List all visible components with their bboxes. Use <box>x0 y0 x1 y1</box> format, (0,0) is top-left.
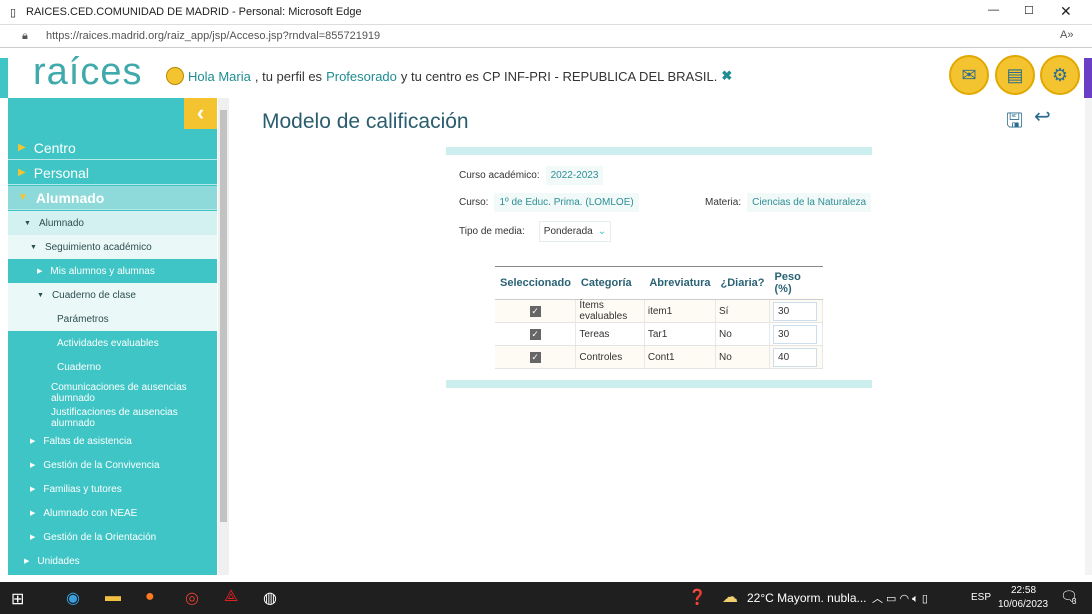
categoria-cell: Controles <box>575 345 645 369</box>
page-icon: ▯ <box>10 7 17 19</box>
tipo-media-value: Ponderada <box>543 226 593 237</box>
settings-button[interactable]: ⚙ <box>1040 55 1080 95</box>
diaria-cell: No <box>715 322 771 346</box>
profile-link[interactable]: Profesorado <box>326 69 397 84</box>
sidebar-item-neae[interactable]: ▶ Alumnado con NEAE <box>8 501 217 525</box>
table-row: ✓ Tereas Tar1 No 30 <box>495 322 823 346</box>
edge-icon[interactable]: ◉ <box>66 588 80 608</box>
materia-label: Materia: <box>705 197 742 208</box>
abreviatura-cell: Cont1 <box>644 345 717 369</box>
sidebar-item-mis-alumnos[interactable]: ▶ Mis alumnos y alumnas <box>8 259 217 283</box>
address-bar[interactable]: 🔒︎ https://raices.madrid.org/raiz_app/js… <box>0 25 1092 48</box>
sidebar-item-personal[interactable]: ▶ Personal <box>8 161 217 185</box>
lock-icon: 🔒︎ <box>22 30 28 42</box>
diaria-cell: Sí <box>715 299 771 323</box>
sidebar-scrollbar[interactable] <box>218 98 229 575</box>
acrobat-icon[interactable]: ⟁ <box>224 588 238 606</box>
selected-checkbox[interactable]: ✓ <box>529 351 541 363</box>
read-aloud-icon[interactable]: A» <box>1060 29 1073 41</box>
categoria-cell: Tereas <box>575 322 645 346</box>
curso-academico-value: 2022-2023 <box>545 166 604 185</box>
col-diaria: ¿Diaria? <box>715 266 770 300</box>
url-text[interactable]: https://raices.madrid.org/raiz_app/jsp/A… <box>46 30 380 42</box>
diaria-cell: No <box>715 345 771 369</box>
abreviatura-cell: Tar1 <box>644 322 717 346</box>
taskbar: ⊞ ◉ ▬ ● ◎ ⟁ ◍ ❓ ☁ 22°C Mayorm. nubla... … <box>0 582 1092 614</box>
chrome-icon[interactable]: ◎ <box>185 588 199 608</box>
selected-checkbox[interactable]: ✓ <box>529 328 541 340</box>
sidebar: ‹ ▶ Centro ▶ Personal ▼ Alumnado ▼ Alumnado … <box>8 98 217 575</box>
weather-text[interactable]: 22°C Mayorm. nubla... <box>747 591 867 605</box>
weather-icon: ☁ <box>722 589 738 606</box>
peso-input[interactable]: 30 <box>773 324 818 344</box>
sidebar-item-justificaciones[interactable]: Justificaciones de ausencias alumnado <box>8 407 217 429</box>
sidebar-item-alumnado-sub[interactable]: ▼ Alumnado <box>8 211 217 235</box>
col-abreviatura: Abreviatura <box>644 266 716 300</box>
raices-logo: raíces <box>33 51 143 93</box>
sidebar-item-parametros[interactable]: Parámetros <box>8 307 217 331</box>
greeting: Hola Maria , tu perfil es Profesorado y … <box>166 67 732 85</box>
window-titlebar: ▯ RAICES.CED.COMUNIDAD DE MADRID - Perso… <box>0 0 1092 25</box>
mail-button[interactable]: ✉ <box>949 55 989 95</box>
user-name-link[interactable]: Hola Maria <box>188 69 251 84</box>
sidebar-item-alumnado[interactable]: ▼ Alumnado <box>8 186 217 210</box>
tipo-media-select[interactable]: Ponderada ⌄ <box>538 221 612 242</box>
peso-input[interactable]: 30 <box>773 301 818 321</box>
page-title: Modelo de calificación <box>262 110 469 133</box>
peso-input[interactable]: 40 <box>773 347 818 367</box>
back-icon[interactable]: ↩ <box>1034 104 1051 129</box>
sidebar-item-cuaderno[interactable]: Cuaderno <box>8 355 217 379</box>
top-divider <box>446 147 872 155</box>
materia-value: Ciencias de la Naturaleza <box>747 193 872 212</box>
centro-text: y tu centro es CP INF-PRI - REPUBLICA DE… <box>400 68 718 84</box>
save-icon[interactable]: 🖫 <box>1006 106 1023 140</box>
table-row: ✓ Controles Cont1 No 40 <box>495 345 823 369</box>
obs-icon[interactable]: ◍ <box>263 588 277 608</box>
user-icon <box>166 67 184 85</box>
categoria-cell: Ítems evaluables <box>575 299 645 323</box>
language-indicator[interactable]: ESP <box>971 592 991 603</box>
col-categoria: Categoría <box>575 266 645 300</box>
sidebar-item-cuaderno-clase[interactable]: ▼ Cuaderno de clase <box>8 283 217 307</box>
documents-button[interactable]: ▤ <box>995 55 1035 95</box>
firefox-icon[interactable]: ● <box>145 588 155 606</box>
sidebar-item-familias[interactable]: ▶ Familias y tutores <box>8 477 217 501</box>
clock-date[interactable]: 10/06/2023 <box>998 599 1048 610</box>
sidebar-item-orientacion[interactable]: ▶ Gestión de la Orientación <box>8 525 217 549</box>
collapse-sidebar-button[interactable]: ‹ <box>184 98 217 129</box>
greeting-text: , tu perfil es <box>254 68 323 84</box>
categorias-table: Seleccionado Categoría Abreviatura ¿Diar… <box>495 266 823 369</box>
curso-label: Curso: <box>459 197 489 208</box>
tray-icons[interactable]: ︿ ▭ ◠ 🔈︎ ▯ <box>872 590 928 606</box>
sidebar-item-centro[interactable]: ▶ Centro <box>8 136 217 160</box>
windows-start-icon[interactable]: ⊞ <box>11 589 24 609</box>
chevron-down-icon: ⌄ <box>597 226 607 237</box>
page-scrollbar[interactable] <box>1085 98 1092 575</box>
sidebar-item-faltas[interactable]: ▶ Faltas de asistencia <box>8 429 217 453</box>
close-button[interactable]: ✕ <box>1060 3 1072 20</box>
file-explorer-icon[interactable]: ▬ <box>105 588 121 606</box>
help-icon[interactable]: ❓ <box>688 588 707 606</box>
col-peso: Peso (%) <box>769 266 823 300</box>
col-seleccionado: Seleccionado <box>495 266 576 300</box>
sidebar-item-unidades[interactable]: ▶ Unidades <box>8 549 217 573</box>
minimize-button[interactable]: — <box>988 4 999 16</box>
window-title: RAICES.CED.COMUNIDAD DE MADRID - Persona… <box>26 6 362 18</box>
curso-value: 1º de Educ. Prima. (LOMLOE) <box>494 193 639 212</box>
tipo-media-label: Tipo de media: <box>459 226 525 237</box>
abreviatura-cell: item1 <box>644 299 717 323</box>
maximize-button[interactable]: ☐ <box>1024 4 1034 17</box>
clock-time[interactable]: 22:58 <box>1011 585 1036 596</box>
table-row: ✓ Ítems evaluables item1 Sí 30 <box>495 299 823 323</box>
bottom-divider <box>446 380 872 388</box>
notification-count: 3 <box>1072 597 1077 606</box>
selected-checkbox[interactable]: ✓ <box>529 305 541 317</box>
sidebar-item-seguimiento[interactable]: ▼ Seguimiento académico <box>8 235 217 259</box>
change-center-icon[interactable]: ✖ <box>721 68 732 84</box>
curso-academico-label: Curso académico: <box>459 170 540 181</box>
sidebar-item-comunicaciones[interactable]: Comunicaciones de ausencias alumnado <box>8 380 217 406</box>
sidebar-item-convivencia[interactable]: ▶ Gestión de la Convivencia <box>8 453 217 477</box>
sidebar-item-actividades[interactable]: Actividades evaluables <box>8 331 217 355</box>
